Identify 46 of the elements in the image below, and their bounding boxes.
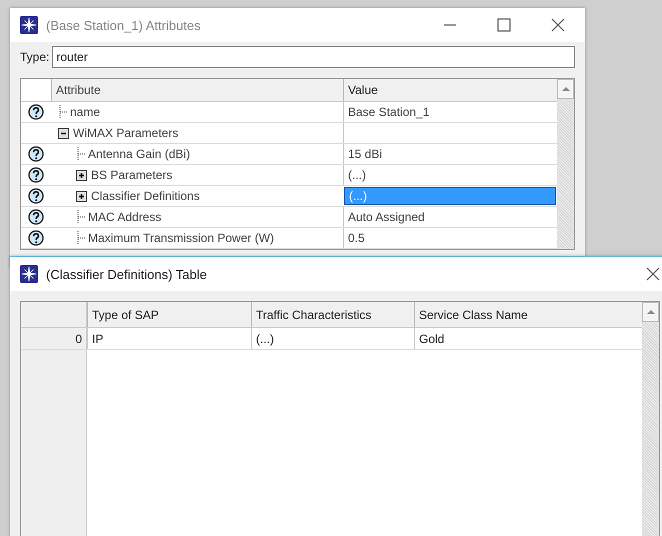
tree-line [76,231,86,245]
app-icon [20,265,38,283]
attribute-name: Maximum Transmission Power (W) [88,231,274,245]
table-cell[interactable]: IP [87,328,251,349]
attribute-value[interactable]: 0.5 [348,231,365,245]
attribute-name: Antenna Gain (dBi) [88,147,190,161]
type-label: Type: [20,50,50,64]
tree-line [58,105,68,119]
close-icon[interactable] [551,18,565,32]
scrollbar[interactable] [642,302,659,536]
attribute-name: BS Parameters [91,168,172,182]
scroll-up-button[interactable] [642,302,659,322]
scrollbar[interactable] [557,79,574,249]
help-icon[interactable] [28,167,44,183]
column-header[interactable]: Attribute [51,79,343,101]
attribute-value[interactable]: 15 dBi [348,147,382,161]
attribute-name: name [70,105,100,119]
window-title: (Classifier Definitions) Table [46,266,208,282]
up-arrow-icon [646,309,656,315]
attribute-name: Classifier Definitions [91,189,200,203]
column-header[interactable]: Type of SAP [87,302,251,327]
row-number: 0 [21,328,87,349]
attribute-value[interactable]: Base Station_1 [348,105,430,119]
up-arrow-icon [560,86,570,92]
help-icon[interactable] [28,209,44,225]
close-icon[interactable] [646,267,660,281]
window-title: (Base Station_1) Attributes [46,18,202,32]
maximize-icon[interactable] [497,18,511,32]
help-icon[interactable] [28,104,44,120]
expand-icon[interactable] [76,190,87,202]
tree-line [76,147,86,161]
collapse-icon[interactable] [58,128,69,138]
expand-icon[interactable] [76,170,87,180]
help-icon[interactable] [28,188,44,204]
help-icon[interactable] [28,146,44,162]
help-icon[interactable] [28,230,44,246]
table-cell[interactable]: (...) [251,328,414,349]
tree-line [76,210,86,224]
attribute-value[interactable]: (...) [348,168,366,182]
app-icon [20,16,38,34]
attribute-name: MAC Address [88,210,162,224]
attribute-name: WiMAX Parameters [73,126,178,140]
scroll-up-button[interactable] [557,79,574,99]
column-header[interactable]: Traffic Characteristics [251,302,414,327]
attribute-value[interactable]: Auto Assigned [348,210,425,224]
type-field[interactable]: router [52,46,575,68]
